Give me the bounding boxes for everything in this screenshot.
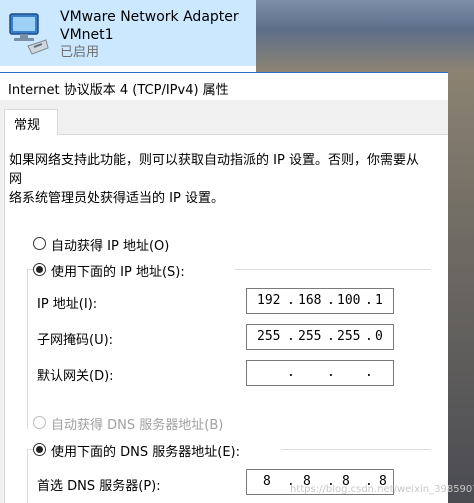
tab-general[interactable]: 常规	[4, 109, 58, 135]
ip-address-input[interactable]: 192 . 168 . 100 . 1	[246, 288, 394, 314]
ip-octet-1: 192	[257, 293, 281, 308]
adapter-status: 已启用	[60, 45, 100, 60]
ip-octet-4: 1	[375, 293, 383, 308]
auto-ip-radio[interactable]	[33, 237, 46, 250]
desktop-wallpaper	[256, 0, 474, 72]
ip-octet-3: 100	[337, 293, 361, 308]
watermark-text: https://blog.csdn.net/weixin_3985907	[290, 484, 474, 495]
manual-ip-radio[interactable]	[33, 263, 46, 276]
ip-dot-1: .	[287, 293, 295, 308]
dialog-title: Internet 协议版本 4 (TCP/IPv4) 属性	[8, 83, 229, 98]
dns-group-border-side	[27, 449, 28, 503]
subnet-mask-label: 子网掩码(U):	[37, 333, 114, 348]
manual-ip-label[interactable]: 使用下面的 IP 地址(S):	[51, 261, 185, 280]
auto-ip-label[interactable]: 自动获得 IP 地址(O)	[51, 235, 169, 254]
dns-octet-1: 8	[263, 474, 271, 489]
preferred-dns-label: 首选 DNS 服务器(P):	[37, 479, 161, 494]
dialog-titlebar[interactable]: Internet 协议版本 4 (TCP/IPv4) 属性	[0, 73, 448, 100]
ip-dot-2: .	[327, 293, 335, 308]
ipv4-properties-dialog: Internet 协议版本 4 (TCP/IPv4) 属性 常规 如果网络支持此…	[0, 72, 448, 503]
description-line-2: 络系统管理员处获得适当的 IP 设置。	[9, 191, 224, 206]
manual-dns-label[interactable]: 使用下面的 DNS 服务器地址(E):	[51, 441, 240, 460]
manual-dns-radio[interactable]	[33, 443, 46, 456]
general-tab-panel: 如果网络支持此功能，则可以获取自动指派的 IP 设置。否则，你需要从网 络系统管…	[4, 134, 448, 503]
gateway-dot-2: .	[327, 365, 335, 380]
auto-dns-radio[interactable]	[33, 416, 46, 429]
ip-octet-2: 168	[298, 293, 322, 308]
network-adapter-icon	[9, 13, 49, 55]
auto-dns-label[interactable]: 自动获得 DNS 服务器地址(B)	[51, 414, 223, 433]
description-line-1: 如果网络支持此功能，则可以获取自动指派的 IP 设置。否则，你需要从网	[9, 153, 419, 187]
gateway-dot-1: .	[287, 365, 295, 380]
ip-group-border-side	[27, 269, 28, 429]
mask-dot-2: .	[327, 329, 335, 344]
default-gateway-input[interactable]: . . .	[246, 360, 394, 386]
mask-octet-2: 255	[298, 329, 322, 344]
default-gateway-label: 默认网关(D):	[37, 369, 114, 384]
gateway-dot-3: .	[365, 365, 373, 380]
adapter-name: VMware Network Adapter	[60, 9, 239, 25]
dns-group-border-top	[281, 449, 431, 450]
subnet-mask-input[interactable]: 255 . 255 . 255 . 0	[246, 324, 394, 350]
mask-octet-4: 0	[375, 329, 383, 344]
desktop-wallpaper-side	[448, 72, 474, 503]
mask-octet-3: 255	[337, 329, 361, 344]
mask-dot-1: .	[287, 329, 295, 344]
ip-group-border-top	[235, 269, 431, 270]
tab-general-label: 常规	[14, 118, 41, 133]
ip-address-label: IP 地址(I):	[37, 297, 98, 312]
description-text: 如果网络支持此功能，则可以获取自动指派的 IP 设置。否则，你需要从网 络系统管…	[9, 151, 429, 208]
mask-dot-3: .	[365, 329, 373, 344]
dialog-content: 常规 如果网络支持此功能，则可以获取自动指派的 IP 设置。否则，你需要从网 络…	[0, 100, 448, 503]
network-adapter-item[interactable]: VMware Network Adapter VMnet1 已启用	[0, 0, 256, 66]
mask-octet-1: 255	[257, 329, 281, 344]
adapter-device: VMnet1	[60, 27, 114, 43]
ip-dot-3: .	[365, 293, 373, 308]
